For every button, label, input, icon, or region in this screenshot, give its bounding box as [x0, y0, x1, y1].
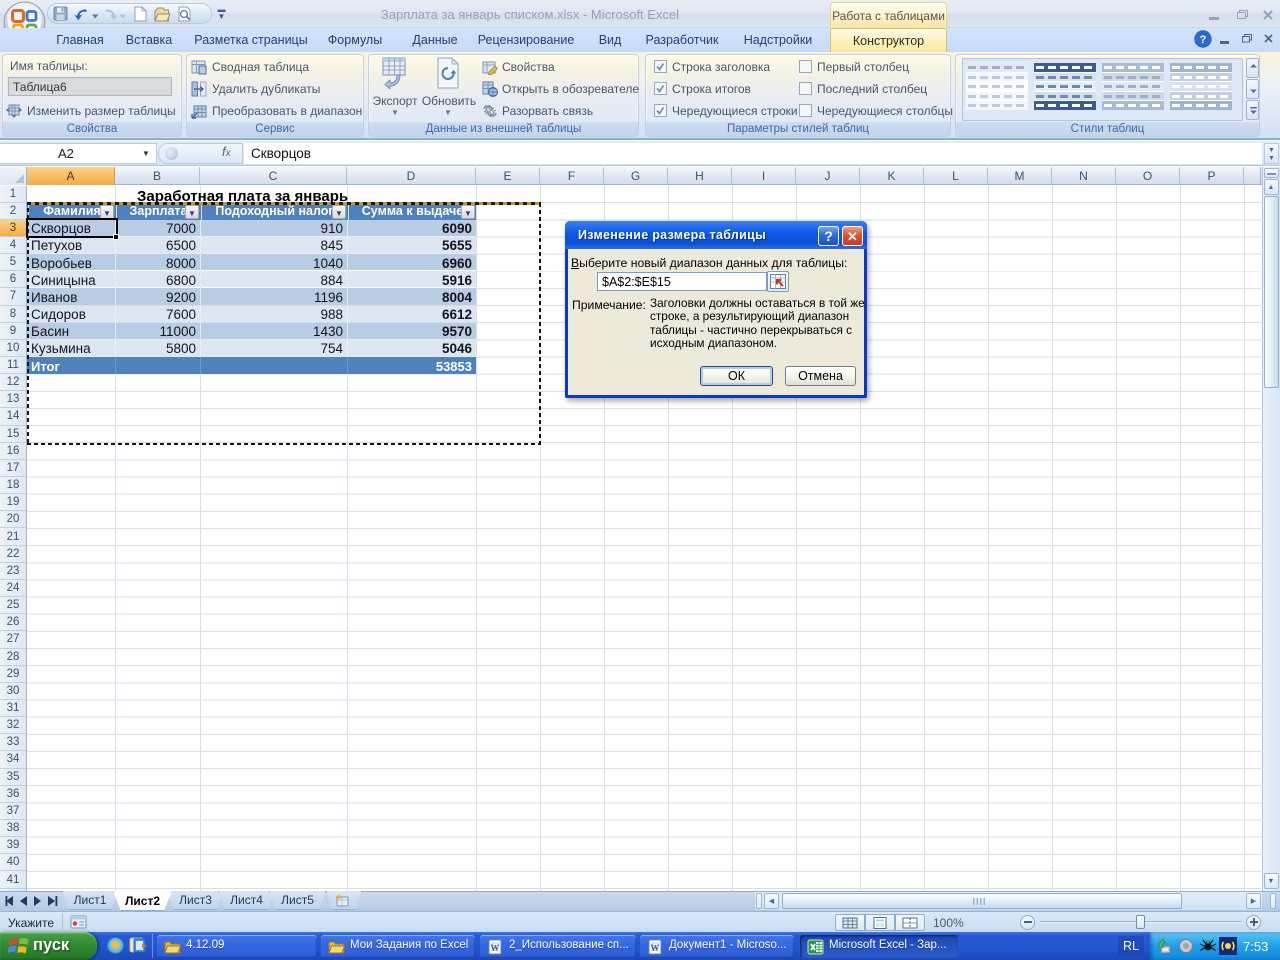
svg-text:W: W: [491, 943, 500, 953]
svg-text:W: W: [651, 943, 660, 953]
svg-text:?: ?: [1200, 34, 1207, 46]
